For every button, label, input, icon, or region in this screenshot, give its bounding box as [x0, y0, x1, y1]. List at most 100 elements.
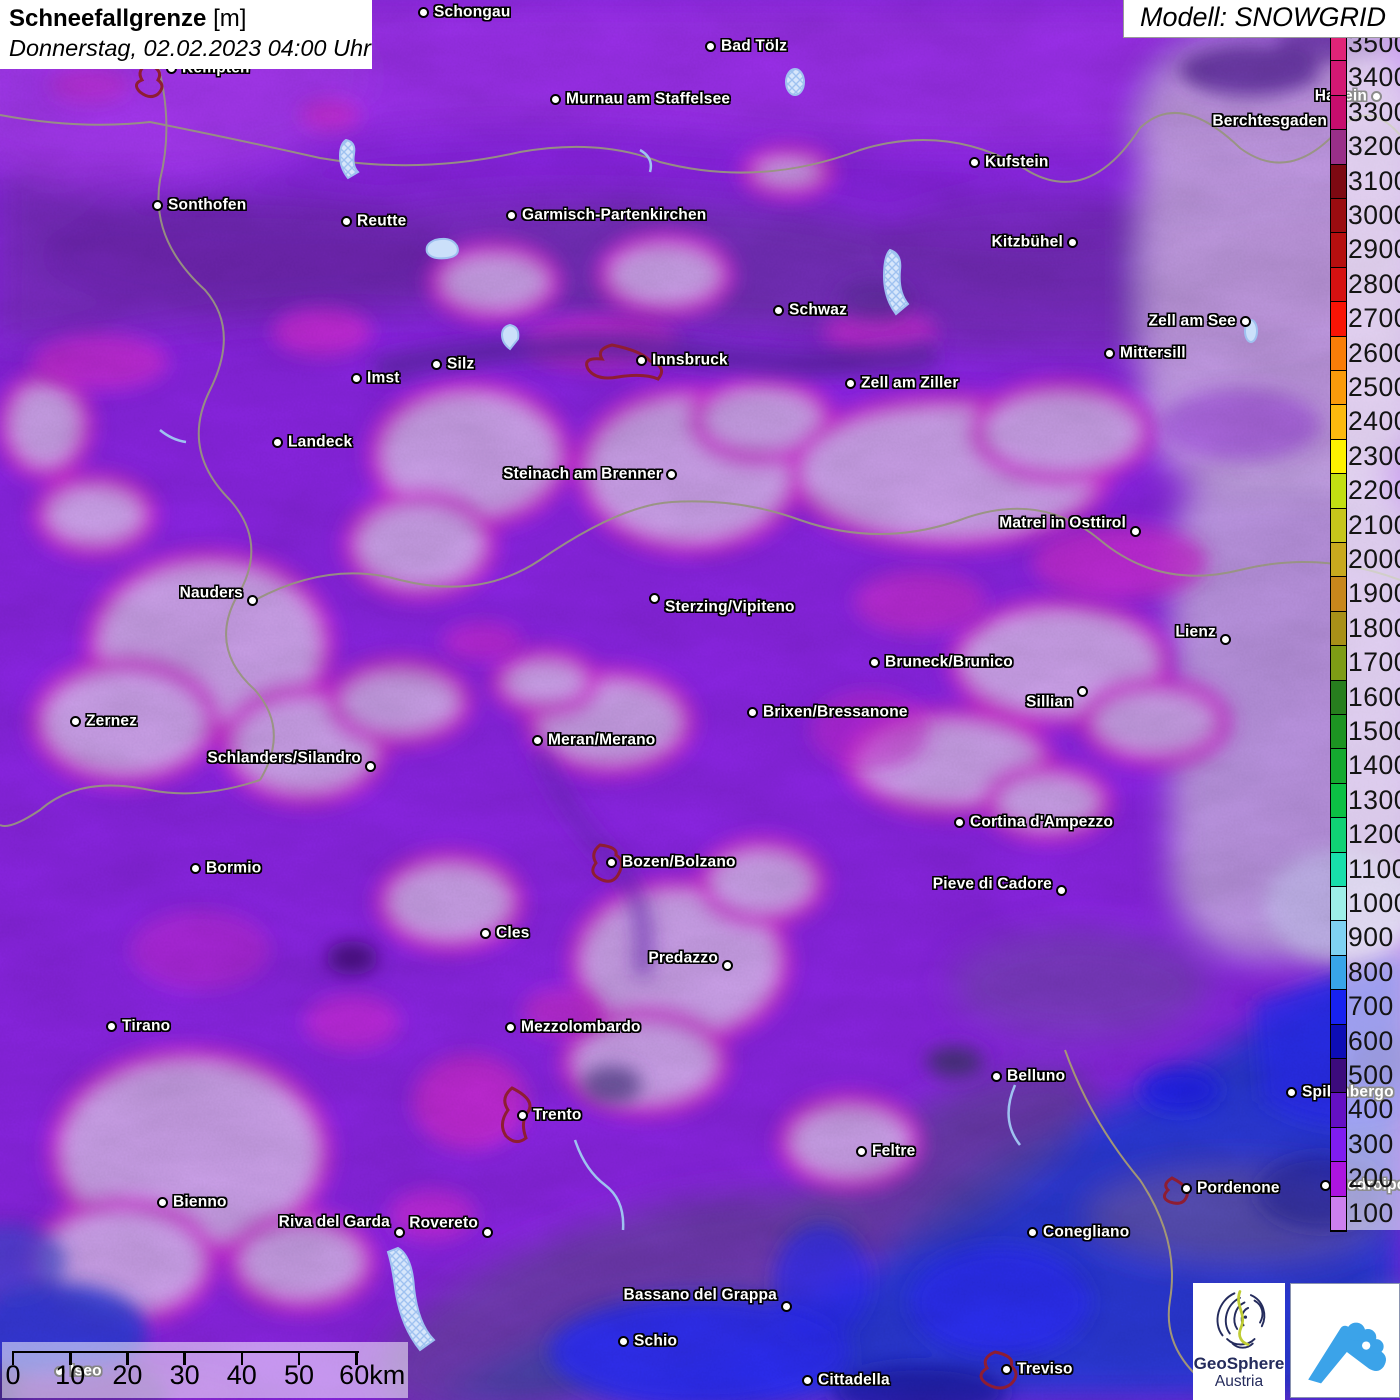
city-dot — [505, 1022, 516, 1033]
scalebar-tick-label: 60km — [332, 1360, 412, 1391]
colorbar-tick-label: 2000 — [1348, 542, 1400, 576]
city-dot — [482, 1227, 493, 1238]
colorbar-cell-1100 — [1331, 853, 1346, 887]
city-label: Bormio — [206, 860, 261, 878]
city-label: Bozen/Bolzano — [622, 854, 736, 872]
city-dot — [869, 657, 880, 668]
colorbar-cell-1500 — [1331, 715, 1346, 749]
city-dot — [365, 761, 376, 772]
weather-map-page: SchongauBad TölzKemptenMurnau am Staffel… — [0, 0, 1400, 1400]
colorbar — [1330, 26, 1347, 1232]
city-label: Bruneck/Brunico — [885, 654, 1013, 672]
city-label: Bienno — [173, 1194, 227, 1212]
colorbar-cell-100 — [1331, 1197, 1346, 1231]
colorbar-cell-600 — [1331, 1025, 1346, 1059]
colorbar-cell-2600 — [1331, 337, 1346, 371]
colorbar-cell-1800 — [1331, 612, 1346, 646]
colorbar-cell-400 — [1331, 1093, 1346, 1127]
city-dot — [1104, 348, 1115, 359]
city-label: Conegliano — [1043, 1224, 1129, 1242]
city-label: Innsbruck — [652, 352, 728, 370]
city-label: Cortina d'Ampezzo — [970, 814, 1113, 832]
city-label: Rovereto — [409, 1215, 478, 1233]
city-label: Meran/Merano — [548, 732, 655, 750]
page-title: Schneefallgrenze [m] — [9, 5, 372, 33]
page-title-unit: [m] — [206, 5, 246, 32]
city-label: Kitzbühel — [991, 234, 1063, 252]
city-dot — [666, 469, 677, 480]
city-marker-layer: SchongauBad TölzKemptenMurnau am Staffel… — [0, 0, 1400, 1400]
colorbar-tick-label: 700 — [1348, 989, 1394, 1023]
city-dot — [747, 707, 758, 718]
city-dot — [1240, 316, 1251, 327]
partner-logo — [1290, 1283, 1400, 1398]
colorbar-tick-label: 600 — [1348, 1024, 1394, 1058]
colorbar-tick-label: 500 — [1348, 1058, 1394, 1092]
city-dot — [1220, 634, 1231, 645]
city-label: Lienz — [1175, 624, 1216, 642]
city-dot — [773, 305, 784, 316]
colorbar-cell-3100 — [1331, 165, 1346, 199]
city-dot — [70, 716, 81, 727]
city-dot — [517, 1110, 528, 1121]
colorbar-tick-label: 1400 — [1348, 748, 1400, 782]
colorbar-tick-label: 2600 — [1348, 336, 1400, 370]
city-dot — [247, 595, 258, 606]
colorbar-cell-500 — [1331, 1059, 1346, 1093]
colorbar-tick-label: 900 — [1348, 920, 1394, 954]
colorbar-tick-label: 300 — [1348, 1127, 1394, 1161]
colorbar-cell-1300 — [1331, 784, 1346, 818]
colorbar-tick-label: 3000 — [1348, 198, 1400, 232]
colorbar-tick-label: 1700 — [1348, 645, 1400, 679]
colorbar-cell-700 — [1331, 990, 1346, 1024]
city-label: Sillian — [1026, 694, 1073, 712]
city-label: Feltre — [872, 1143, 915, 1161]
city-label: Cles — [496, 925, 530, 943]
city-dot — [190, 863, 201, 874]
city-dot — [845, 378, 856, 389]
colorbar-cell-2900 — [1331, 233, 1346, 267]
colorbar-tick-label: 1500 — [1348, 714, 1400, 748]
colorbar-cell-200 — [1331, 1162, 1346, 1196]
colorbar-cell-800 — [1331, 956, 1346, 990]
colorbar-cell-2700 — [1331, 302, 1346, 336]
colorbar-cell-1200 — [1331, 818, 1346, 852]
colorbar-tick-label: 2100 — [1348, 508, 1400, 542]
city-dot — [351, 373, 362, 384]
model-label: Modell: SNOWGRID — [1140, 2, 1386, 32]
city-dot — [480, 928, 491, 939]
city-label: Silz — [447, 356, 475, 374]
city-label: Predazzo — [648, 950, 718, 968]
contour-lines-icon — [1206, 1286, 1272, 1350]
city-dot — [1181, 1183, 1192, 1194]
colorbar-tick-label: 1900 — [1348, 576, 1400, 610]
colorbar-tick-label: 3100 — [1348, 164, 1400, 198]
city-label: Mezzolombardo — [521, 1019, 641, 1037]
city-label: Brixen/Bressanone — [763, 704, 908, 722]
city-dot — [781, 1301, 792, 1312]
city-dot — [722, 960, 733, 971]
colorbar-cell-2400 — [1331, 405, 1346, 439]
city-label: Treviso — [1017, 1361, 1073, 1379]
city-label: Riva del Garda — [279, 1214, 390, 1232]
colorbar-cell-2000 — [1331, 543, 1346, 577]
colorbar-tick-label: 800 — [1348, 955, 1394, 989]
scalebar: 0102030405060km — [2, 1342, 408, 1398]
colorbar-tick-label: 1300 — [1348, 783, 1400, 817]
city-label: Schio — [634, 1333, 677, 1351]
colorbar-tick-label: 1200 — [1348, 817, 1400, 851]
city-dot — [1130, 526, 1141, 537]
colorbar-tick-label: 2900 — [1348, 232, 1400, 266]
city-dot — [606, 857, 617, 868]
geosphere-logo-name: GeoSphere — [1193, 1355, 1285, 1373]
colorbar-tick-label: 1100 — [1348, 852, 1400, 886]
colorbar-tick-label: 100 — [1348, 1196, 1394, 1230]
city-label: Pordenone — [1197, 1180, 1280, 1198]
colorbar-cell-1700 — [1331, 646, 1346, 680]
scalebar-ruler — [13, 1351, 359, 1353]
colorbar-cell-2200 — [1331, 474, 1346, 508]
city-dot — [1056, 885, 1067, 896]
city-label: Cittadella — [818, 1372, 890, 1390]
colorbar-tick-label: 200 — [1348, 1161, 1394, 1195]
colorbar-cell-3300 — [1331, 96, 1346, 130]
